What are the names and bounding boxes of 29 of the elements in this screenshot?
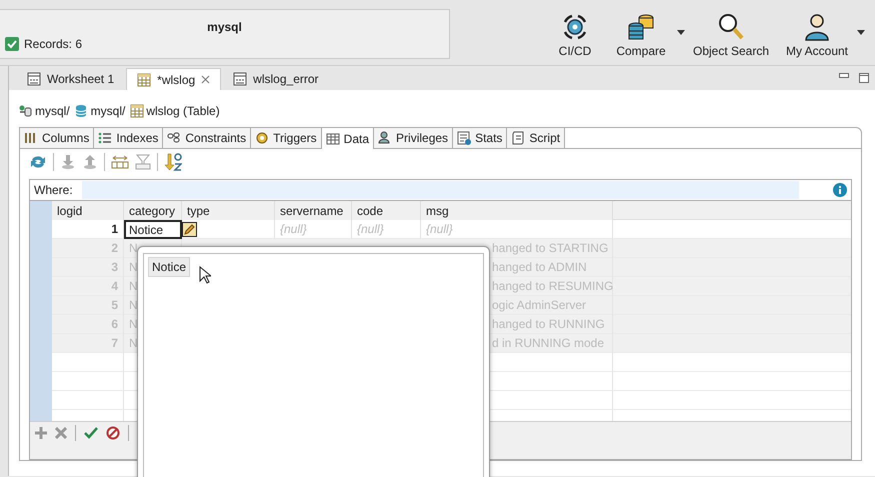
breadcrumb-link[interactable]: mysql/ [35, 104, 70, 118]
editor-tab[interactable]: Worksheet 1 [17, 68, 124, 90]
toolbar-button[interactable]: CI/CD [547, 0, 603, 65]
column-header[interactable]: msg [421, 201, 613, 221]
object-tab[interactable]: Script [507, 128, 566, 148]
toolbar-button[interactable]: My Account [775, 0, 867, 65]
breadcrumb-link[interactable]: mysql/ [90, 104, 126, 118]
column-header[interactable]: type [182, 201, 275, 221]
toolbar-button[interactable]: Object Search [687, 0, 775, 65]
object-tab[interactable]: Data [322, 128, 374, 149]
object-tab[interactable]: Indexes [94, 128, 164, 148]
column-header[interactable]: servername [275, 201, 352, 221]
breadcrumb-link[interactable]: wlslog (Table) [146, 104, 220, 118]
popup-option[interactable]: Notice [148, 257, 190, 277]
editor-tab[interactable]: *wlslog [126, 68, 222, 90]
cell-editor[interactable]: Notice [124, 220, 182, 239]
records-count: Records: 6 [24, 37, 82, 51]
toolbar-button[interactable]: Compare [603, 0, 687, 65]
where-label: Where: [33, 183, 74, 197]
connection-title: mysql [206, 20, 243, 34]
column-header[interactable]: code [352, 201, 421, 221]
object-tab[interactable]: Columns [20, 128, 94, 148]
object-tab[interactable]: Stats [453, 128, 508, 148]
object-tab[interactable]: Privileges [374, 128, 454, 148]
editor-tab[interactable]: wlslog_error [223, 68, 329, 90]
object-tab[interactable]: Constraints [163, 128, 252, 148]
column-header[interactable]: logid [52, 201, 124, 221]
object-tab[interactable]: Triggers [251, 128, 322, 148]
column-header[interactable]: category [124, 201, 182, 221]
